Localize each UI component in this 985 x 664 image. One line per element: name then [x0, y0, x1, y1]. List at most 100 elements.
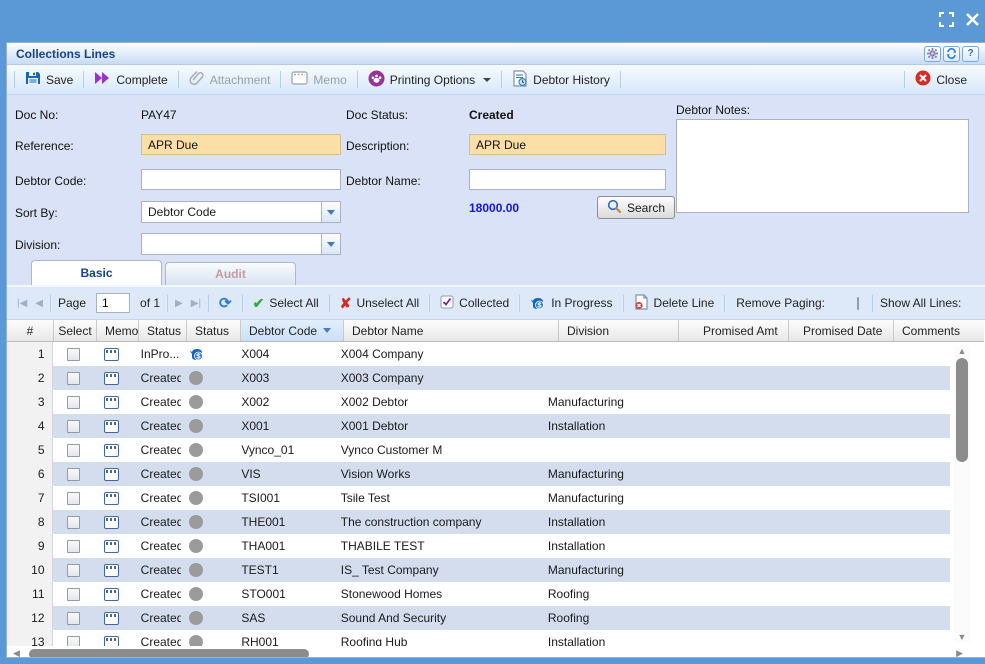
memo-icon[interactable]	[104, 492, 119, 505]
memo-icon[interactable]	[104, 396, 119, 409]
table-row[interactable]: 8 Created $ THE001 The construction comp…	[7, 510, 950, 534]
table-row[interactable]: 1 InPro... $ X004 X004 Company	[7, 342, 950, 366]
col-header-debtor-code[interactable]: Debtor Code	[241, 320, 344, 341]
delete-line-button[interactable]: Delete Line	[627, 292, 722, 315]
memo-icon[interactable]	[104, 468, 119, 481]
row-number: 3	[7, 390, 53, 414]
memo-icon[interactable]	[104, 636, 119, 647]
tab-audit[interactable]: Audit	[165, 262, 296, 285]
chevron-down-icon[interactable]	[321, 202, 340, 222]
status-icon-cell: $	[181, 582, 233, 606]
first-page-icon[interactable]: |◀	[13, 298, 31, 309]
comments-cell	[863, 438, 950, 462]
last-page-icon[interactable]: ▶|	[187, 298, 205, 309]
row-checkbox[interactable]	[67, 372, 80, 385]
table-row[interactable]: 5 Created $ Vynco_01 Vynco Customer M	[7, 438, 950, 462]
table-row[interactable]: 11 Created $ STO001 Stonewood Homes Roof…	[7, 582, 950, 606]
select-all-button[interactable]: ✔ Select All	[246, 293, 326, 314]
col-header-select[interactable]: Select	[54, 320, 97, 341]
debtor-name-input[interactable]	[469, 169, 666, 190]
table-row[interactable]: 6 Created $ VIS Vision Works Manufacturi…	[7, 462, 950, 486]
reference-input[interactable]	[141, 134, 341, 155]
row-checkbox[interactable]	[67, 540, 80, 553]
chevron-down-icon[interactable]	[321, 234, 340, 254]
help-icon[interactable]: ?	[962, 46, 979, 62]
complete-button[interactable]: Complete	[87, 68, 174, 91]
vertical-scroll-thumb[interactable]	[956, 358, 968, 462]
panel-refresh-icon[interactable]	[943, 46, 960, 62]
remove-paging-label: Remove Paging:	[728, 296, 829, 310]
row-checkbox[interactable]	[67, 636, 80, 647]
table-row[interactable]: 10 Created $ TEST1 IS_ Test Company Manu…	[7, 558, 950, 582]
remove-paging-checkbox[interactable]	[857, 297, 859, 310]
select-cell	[53, 342, 94, 366]
row-checkbox[interactable]	[67, 516, 80, 529]
tab-basic[interactable]: Basic	[31, 260, 162, 285]
vertical-scrollbar[interactable]: ▲ ▼	[954, 346, 970, 642]
division-select[interactable]	[141, 233, 341, 255]
row-number: 2	[7, 366, 53, 390]
search-button[interactable]: Search	[597, 196, 675, 219]
row-checkbox[interactable]	[67, 492, 80, 505]
memo-icon[interactable]	[104, 588, 119, 601]
col-header-debtor-name[interactable]: Debtor Name	[344, 320, 559, 341]
memo-icon[interactable]	[104, 420, 119, 433]
table-row[interactable]: 2 Created $ X003 X003 Company	[7, 366, 950, 390]
table-row[interactable]: 13 Created $ RH001 Roofing Hub Installat…	[7, 630, 950, 646]
collected-button[interactable]: Collected	[433, 293, 516, 314]
memo-icon[interactable]	[104, 372, 119, 385]
row-checkbox[interactable]	[67, 588, 80, 601]
row-checkbox[interactable]	[67, 348, 80, 361]
division-cell: Roofing	[540, 606, 656, 630]
unselect-all-button[interactable]: ✘ Unselect All	[333, 293, 426, 314]
in-progress-button[interactable]: $ In Progress	[523, 294, 619, 313]
prev-page-icon[interactable]: ◀	[31, 298, 47, 309]
horizontal-scroll-thumb[interactable]	[29, 649, 309, 658]
row-checkbox[interactable]	[67, 612, 80, 625]
col-header-promised-amt[interactable]: Promised Amt	[679, 320, 789, 341]
row-checkbox[interactable]	[67, 468, 80, 481]
grid-refresh-button[interactable]: ⟳	[212, 292, 239, 314]
row-checkbox[interactable]	[67, 444, 80, 457]
sort-by-select[interactable]: Debtor Code	[141, 201, 341, 223]
debtor-history-button[interactable]: Debtor History	[505, 67, 617, 93]
col-header-promised-date[interactable]: Promised Date	[789, 320, 894, 341]
window-close-icon[interactable]	[966, 13, 979, 26]
page-input[interactable]	[96, 293, 130, 313]
horizontal-scrollbar[interactable]: ◀ ▶	[13, 647, 963, 658]
debtor-code-input[interactable]	[141, 169, 341, 190]
table-row[interactable]: 7 Created $ TSI001 Tsile Test Manufactur…	[7, 486, 950, 510]
table-row[interactable]: 9 Created $ THA001 THABILE TEST Installa…	[7, 534, 950, 558]
debtor-notes-textarea[interactable]	[676, 119, 969, 213]
row-checkbox[interactable]	[67, 564, 80, 577]
memo-icon[interactable]	[104, 348, 119, 361]
description-input[interactable]	[469, 134, 666, 155]
save-button[interactable]: Save	[18, 67, 80, 92]
scroll-down-icon[interactable]: ▼	[954, 632, 970, 642]
col-header-num[interactable]: #	[7, 320, 54, 341]
col-header-status-icon[interactable]: Status	[187, 320, 241, 341]
close-button[interactable]: Close	[908, 67, 981, 92]
memo-icon[interactable]	[104, 612, 119, 625]
memo-icon[interactable]	[104, 444, 119, 457]
status-icon-cell: $	[181, 630, 233, 646]
printing-options-button[interactable]: Printing Options	[361, 67, 498, 93]
row-checkbox[interactable]	[67, 420, 80, 433]
gear-icon[interactable]	[924, 46, 941, 62]
scroll-up-icon[interactable]: ▲	[954, 346, 970, 356]
col-header-division[interactable]: Division	[559, 320, 679, 341]
memo-icon[interactable]	[104, 516, 119, 529]
memo-icon[interactable]	[104, 564, 119, 577]
table-row[interactable]: 3 Created $ X002 X002 Debtor Manufacturi…	[7, 390, 950, 414]
scroll-left-icon[interactable]: ◀	[13, 648, 20, 658]
col-header-memo[interactable]: Memo	[97, 320, 139, 341]
table-row[interactable]: 12 Created $ SAS Sound And Security Roof…	[7, 606, 950, 630]
memo-icon[interactable]	[104, 540, 119, 553]
col-header-comments[interactable]: Comments	[894, 320, 984, 341]
scroll-right-icon[interactable]: ▶	[956, 648, 963, 658]
table-row[interactable]: 4 Created $ X001 X001 Debtor Installatio…	[7, 414, 950, 438]
col-header-status[interactable]: Status	[139, 320, 187, 341]
fullscreen-icon[interactable]	[939, 12, 954, 27]
row-checkbox[interactable]	[67, 396, 80, 409]
next-page-icon[interactable]: ▶	[171, 298, 187, 309]
